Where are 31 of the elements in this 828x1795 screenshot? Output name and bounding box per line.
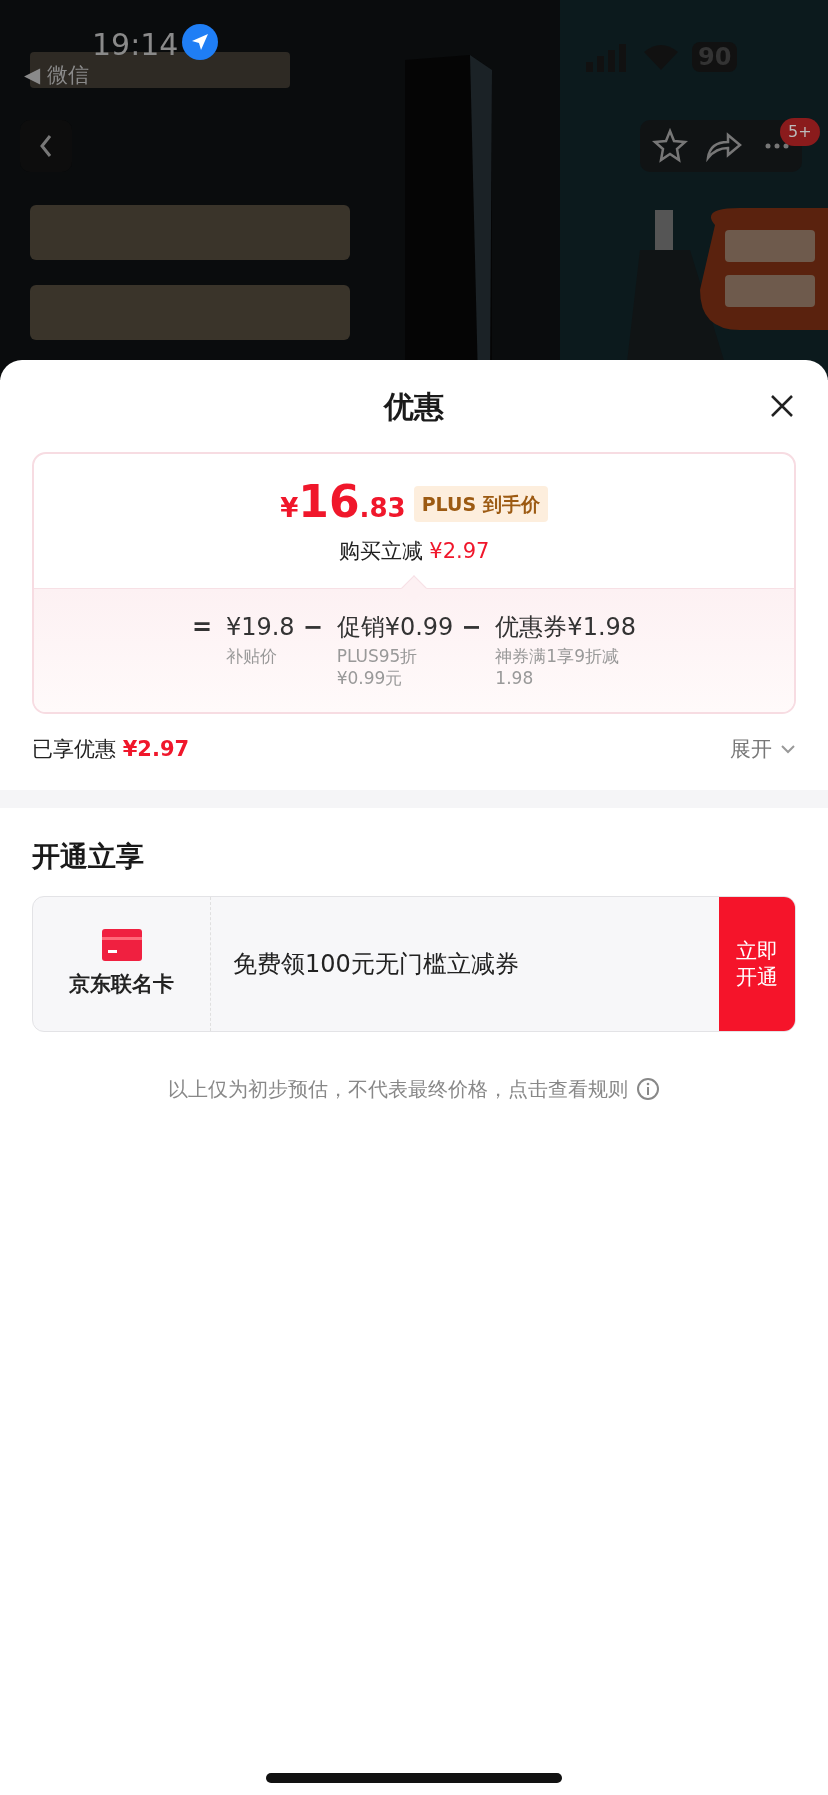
share-icon[interactable]	[706, 133, 742, 160]
section-title: 开通立享	[32, 839, 145, 876]
offer-text: 免费领100元无门槛立减券	[233, 949, 519, 981]
back-to-app-link[interactable]: ◀ 微信	[24, 60, 89, 92]
operator-sign: −	[302, 611, 324, 643]
rules-note[interactable]: 以上仅为初步预估，不代表最终价格，点击查看规则	[168, 1074, 628, 1105]
price-component: 优惠券¥1.98	[495, 611, 637, 643]
price-tag: PLUS 到手价	[413, 485, 548, 523]
operator-sign: −	[461, 611, 483, 643]
star-icon[interactable]	[652, 127, 688, 163]
reduction-text: 购买立减 ¥2.97	[337, 538, 491, 565]
location-icon	[182, 24, 218, 60]
card-icon	[101, 928, 142, 961]
price-component: ¥19.8	[225, 611, 295, 643]
component-note: 1.98	[495, 667, 535, 691]
info-icon[interactable]	[636, 1077, 660, 1102]
status-time: 19:14	[92, 26, 179, 64]
price-component: 促销¥0.99	[336, 611, 454, 643]
expand-button[interactable]: 展开	[730, 733, 796, 766]
activate-button[interactable]: 立即开通	[719, 897, 795, 1032]
component-note: 神券满1享9折减	[495, 644, 620, 668]
component-note: ¥0.99元	[336, 667, 404, 691]
final-price: ¥16.83	[280, 480, 406, 528]
chevron-down-icon	[780, 744, 796, 755]
sheet-title: 优惠	[384, 387, 444, 426]
card-name: 京东联名卡	[69, 970, 174, 998]
operator-sign: =	[191, 611, 214, 643]
component-note: PLUS95折	[336, 644, 419, 668]
component-note: 补贴价	[225, 644, 278, 668]
more-icon[interactable]	[765, 143, 789, 149]
enjoyed-discount: 已享优惠 ¥2.97	[32, 735, 190, 763]
